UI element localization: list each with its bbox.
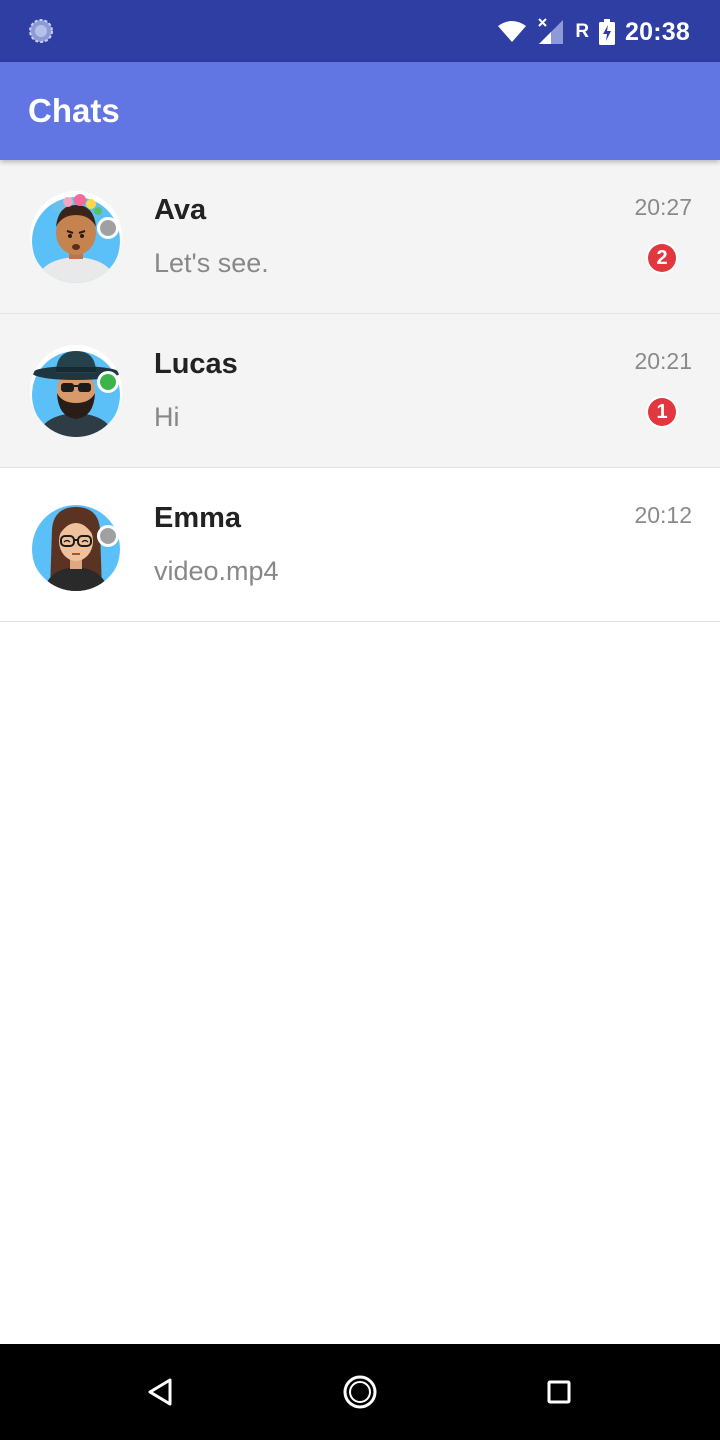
unread-badge: 1: [648, 398, 676, 426]
chat-time: 20:12: [634, 502, 692, 528]
wifi-icon: [497, 20, 527, 44]
presence-offline-indicator: [97, 525, 119, 547]
home-icon: [343, 1375, 377, 1409]
chat-item-emma[interactable]: Emma video.mp4 20:12: [0, 468, 720, 622]
back-icon: [148, 1378, 172, 1406]
recents-button[interactable]: [539, 1372, 579, 1412]
avatar[interactable]: [30, 499, 122, 591]
avatar[interactable]: [30, 345, 122, 437]
chat-name: Emma: [154, 502, 242, 534]
status-time: 20:38: [625, 17, 690, 46]
recents-icon: [547, 1380, 571, 1404]
presence-offline-indicator: [97, 217, 119, 239]
chat-preview: Let's see.: [154, 248, 269, 278]
navigation-bar: [0, 1344, 720, 1440]
status-bar: R 20:38: [0, 0, 720, 62]
loading-icon: [28, 18, 54, 44]
chat-name: Lucas: [154, 348, 238, 380]
app-bar: Chats: [0, 62, 720, 160]
home-button[interactable]: [340, 1372, 380, 1412]
chat-name: Ava: [154, 194, 207, 226]
chat-item-ava[interactable]: Ava Let's see. 20:27 2: [0, 160, 720, 314]
signal-icon: [537, 18, 565, 46]
battery-charging-icon: [599, 19, 616, 45]
page-title: Chats: [28, 92, 120, 129]
back-button[interactable]: [140, 1372, 180, 1412]
chat-time: 20:21: [634, 348, 692, 374]
chat-time: 20:27: [634, 194, 692, 220]
unread-badge: 2: [648, 244, 676, 272]
chat-list: Ava Let's see. 20:27 2 Lucas Hi 20:21 1 …: [0, 160, 720, 622]
presence-online-indicator: [97, 371, 119, 393]
chat-item-lucas[interactable]: Lucas Hi 20:21 1: [0, 314, 720, 468]
avatar[interactable]: [30, 191, 122, 283]
chat-preview: Hi: [154, 402, 180, 432]
chat-preview: video.mp4: [154, 556, 279, 586]
roaming-indicator: R: [575, 21, 590, 42]
